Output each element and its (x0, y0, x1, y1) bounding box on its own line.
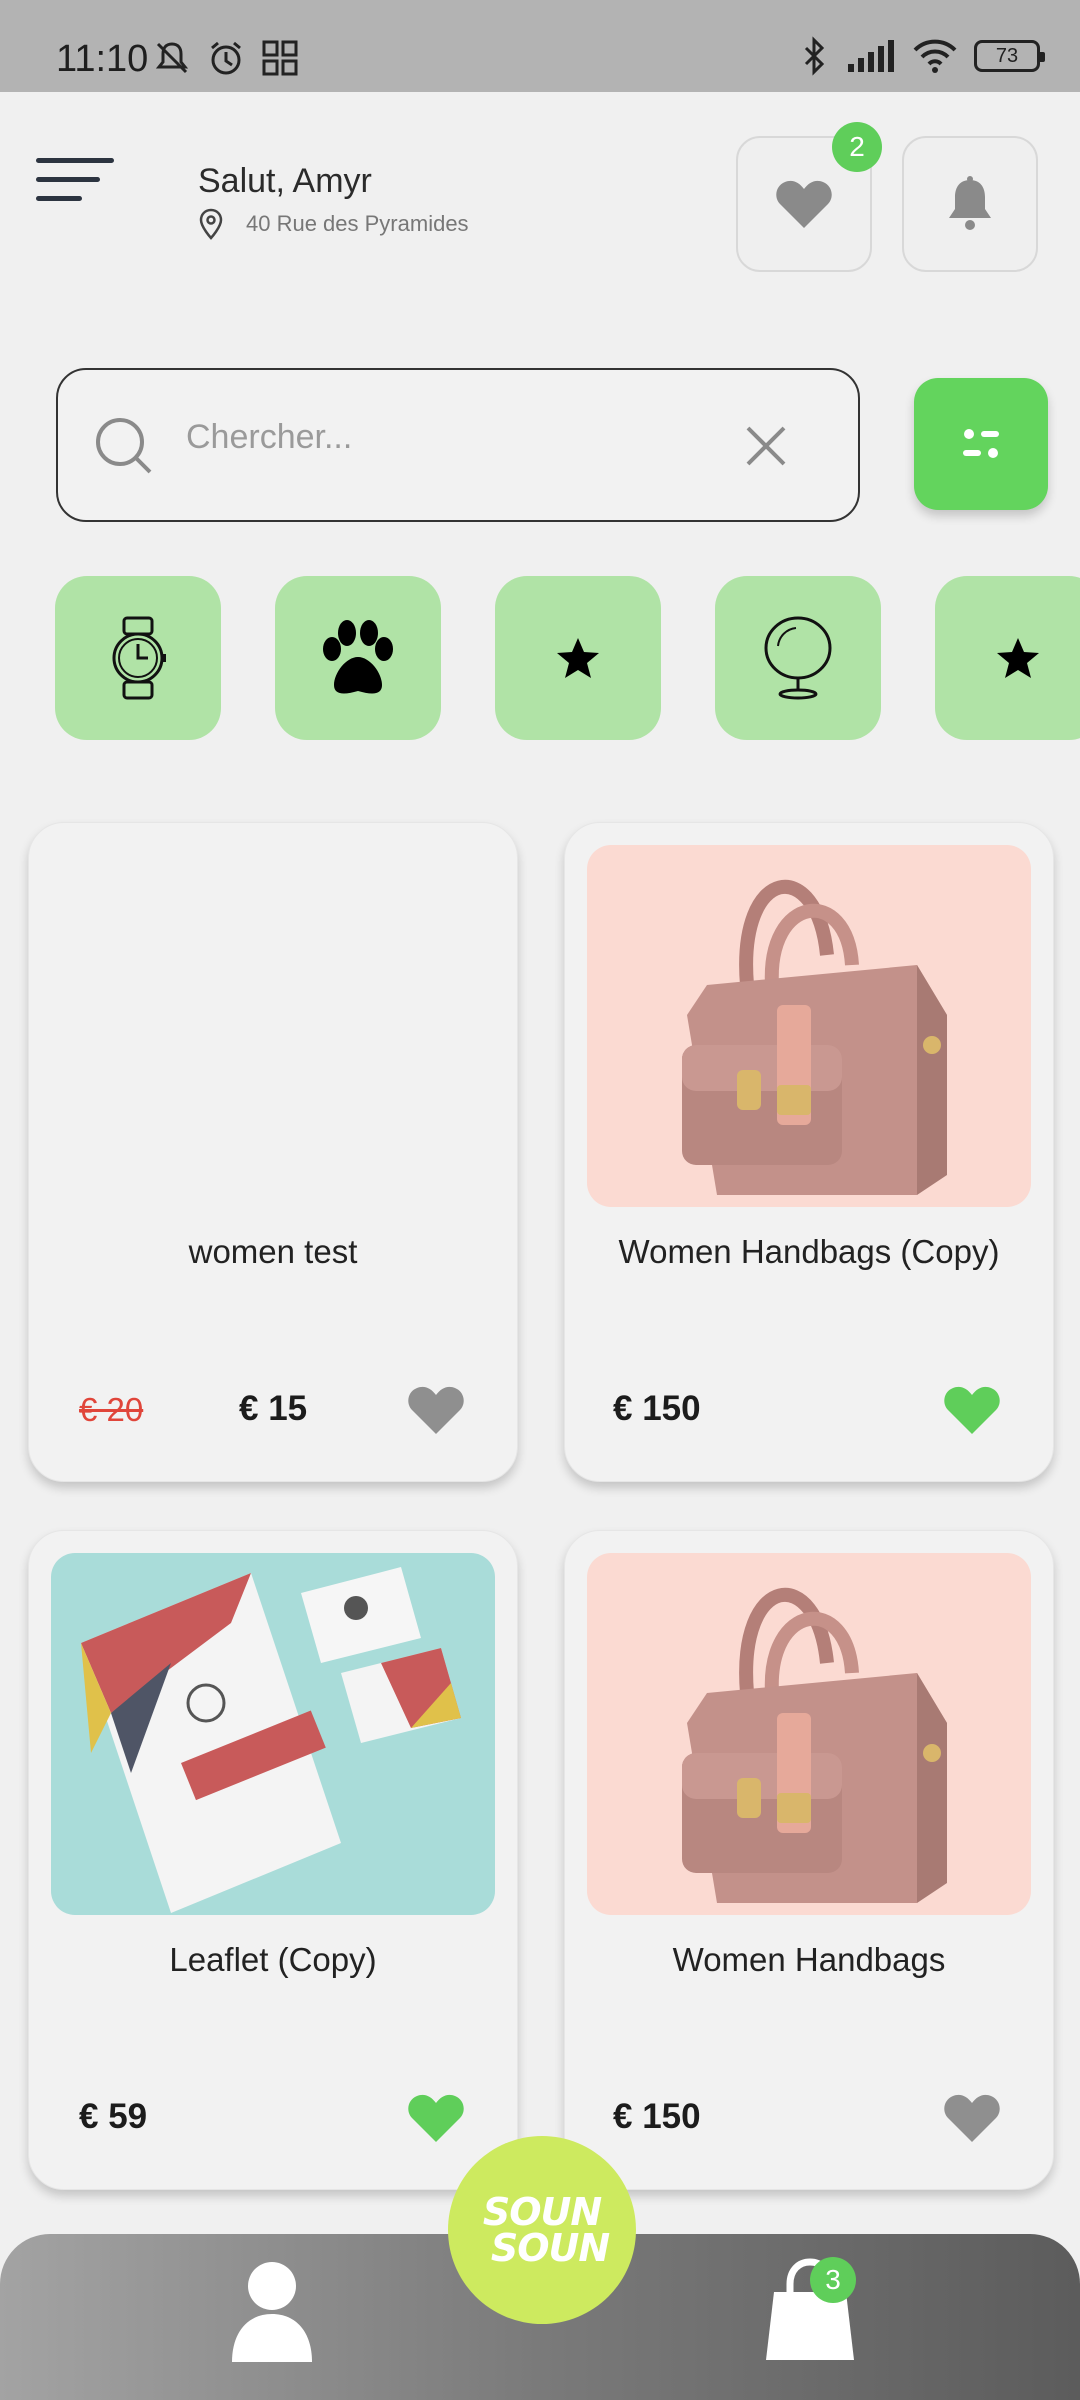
product-price: € 59 (79, 2097, 148, 2136)
search-input[interactable] (186, 418, 746, 457)
mirror-icon (764, 616, 832, 700)
product-price: € 150 (613, 1389, 701, 1428)
favorite-heart-icon[interactable] (943, 2091, 1001, 2145)
bell-icon (949, 176, 991, 230)
greeting-text: Salut, Amyr (198, 162, 372, 200)
filter-button[interactable] (914, 378, 1048, 510)
product-card-handbags-copy[interactable]: Women Handbags (Copy) € 150 (564, 822, 1054, 1482)
menu-button[interactable] (36, 158, 116, 214)
product-image-handbag (587, 845, 1031, 1207)
product-image-leaflet (51, 1553, 495, 1915)
mute-icon (155, 42, 189, 74)
profile-button[interactable] (222, 2256, 322, 2366)
logo-text-line2: SOUN (490, 2226, 610, 2270)
status-time: 11:10 (56, 38, 149, 80)
category-watch[interactable] (55, 576, 221, 740)
product-title: Women Handbags (672, 1941, 946, 1978)
apps-icon (262, 40, 298, 76)
status-bar: 11:10 73 (0, 0, 1080, 92)
location: 40 Rue des Pyramides (198, 208, 469, 240)
handbag-image (682, 879, 947, 1195)
battery-indicator: 73 (974, 40, 1045, 72)
star-icon (997, 638, 1039, 678)
paw-icon (323, 620, 393, 694)
signal-icon (848, 40, 894, 72)
category-pets[interactable] (275, 576, 441, 740)
bluetooth-icon (804, 36, 825, 76)
location-pin-icon (199, 208, 223, 240)
favorite-heart-icon[interactable] (407, 1383, 465, 1437)
category-star-2[interactable] (935, 576, 1080, 740)
product-card-women-test[interactable]: women test € 20 € 15 (28, 822, 518, 1482)
product-price: € 15 (239, 1389, 308, 1428)
cart-count-badge: 3 (810, 2257, 856, 2303)
product-title: Women Handbags (Copy) (618, 1233, 1000, 1270)
product-title: women test (188, 1233, 358, 1270)
product-old-price: € 20 (79, 1391, 144, 1428)
filter-icon (963, 429, 999, 458)
handbag-image (682, 1587, 947, 1903)
product-title: Leaflet (Copy) (169, 1941, 377, 1978)
product-price: € 150 (613, 2097, 701, 2136)
search-icon (96, 418, 152, 474)
leaflet-image (81, 1567, 461, 1913)
product-image-handbag (587, 1553, 1031, 1915)
clear-search-icon[interactable] (744, 424, 788, 468)
favorite-heart-icon[interactable] (943, 1383, 1001, 1437)
favorite-heart-icon[interactable] (407, 2091, 465, 2145)
favorites-count-badge: 2 (832, 122, 882, 172)
soun-soun-logo-button[interactable]: SOUN SOUN (448, 2136, 636, 2324)
product-card-handbags[interactable]: Women Handbags € 150 (564, 1530, 1054, 2190)
watch-icon (112, 616, 166, 700)
search-bar (56, 368, 860, 522)
star-icon (557, 638, 599, 678)
wifi-icon (913, 39, 957, 73)
alarm-icon (211, 41, 241, 75)
notifications-button[interactable] (902, 136, 1038, 272)
category-mirror[interactable] (715, 576, 881, 740)
status-icons-right: 73 (800, 36, 1045, 76)
category-star[interactable] (495, 576, 661, 740)
user-icon (232, 2262, 312, 2362)
product-card-leaflet-copy[interactable]: Leaflet (Copy) € 59 (28, 1530, 518, 2190)
status-icons-left (152, 38, 300, 78)
logo-text-line1: SOUN (482, 2190, 602, 2234)
location-text: 40 Rue des Pyramides (246, 211, 469, 236)
heart-icon (776, 180, 832, 228)
